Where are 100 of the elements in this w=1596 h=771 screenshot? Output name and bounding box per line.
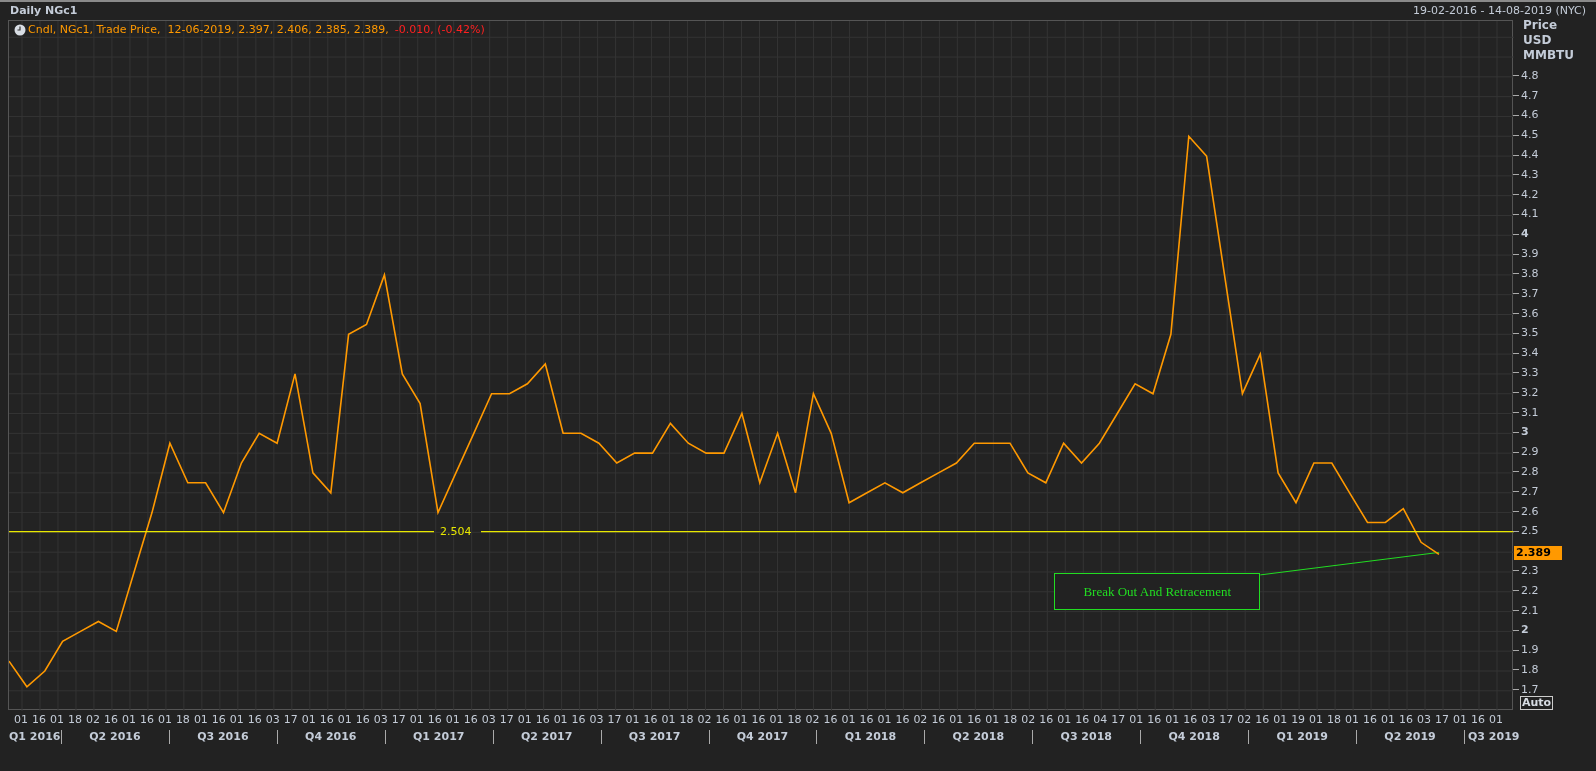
x-tick-label: 01 [949,714,964,726]
y-tick-label: 2 [1521,623,1529,638]
quarter-label: Q3 2019 [1468,730,1520,744]
x-tick-label: 16 [32,714,46,726]
x-tick-label: 01 [337,714,352,726]
x-tick-label: 16 [1471,714,1485,726]
x-tick-label: 16 [571,714,586,726]
y-tick-label: 4.4 [1521,148,1539,163]
y-tick-label: 3.4 [1521,346,1539,361]
x-tick-label: 17 [1219,714,1234,726]
x-tick-label: 16 [715,714,730,726]
y-tick-label: 4.5 [1521,128,1539,143]
x-tick-label: 03 [1201,714,1216,726]
quarter-label: Q3 2016 [197,730,249,744]
x-tick-label: 16 [823,714,838,726]
x-tick-label: 16 [211,714,226,726]
quarter-label: Q1 2019 [1276,730,1328,744]
x-tick-label: 18 [787,714,802,726]
x-tick-label: 01 [1273,714,1288,726]
x-tick-label: 16 [1363,714,1378,726]
x-tick-label: 01 [1129,714,1144,726]
x-tick-label: 01 [121,714,136,726]
x-tick-label: 18 [1003,714,1018,726]
y-tick-label: 3.5 [1521,326,1539,341]
support-label: 2.504 [440,525,472,538]
y-tick-label: 4.1 [1521,207,1539,222]
x-tick-label: 16 [931,714,946,726]
x-tick-label: 02 [697,714,712,726]
annotation-box: Break Out And Retracement [1054,573,1261,610]
quarter-label: Q3 2018 [1060,730,1112,744]
x-tick-label: 16 [103,714,118,726]
x-tick-label: 02 [805,714,820,726]
y-tick-label: 3.6 [1521,306,1539,321]
x-tick-label: 17 [607,714,622,726]
x-tick-label: 01 [1309,714,1324,726]
x-tick-label: 01 [409,714,424,726]
y-tick-label: 2.3 [1521,563,1539,578]
x-tick-label: 16 [1183,714,1198,726]
quarter-label: Q2 2016 [89,730,141,744]
x-tick-label: 01 [229,714,244,726]
y-tick-label: 3.1 [1521,405,1539,420]
y-tick-label: 2.2 [1521,583,1539,598]
y-tick-label: 2.1 [1521,603,1539,618]
x-tick-label: 02 [1237,714,1252,726]
y-tick-label: 4.2 [1521,187,1539,202]
x-tick-label: 16 [967,714,982,726]
y-tick-label: 4.7 [1521,88,1539,103]
x-tick-label: 16 [319,714,334,726]
x-tick-label: 18 [175,714,190,726]
x-tick-label: 17 [1435,714,1450,726]
x-tick-label: 17 [1111,714,1126,726]
x-tick-label: 16 [1039,714,1054,726]
x-tick-label: 01 [985,714,1000,726]
x-tick-label: 18 [679,714,694,726]
last-price-tag: 2.389 [1514,546,1562,561]
y-tick-label: 1.8 [1521,663,1539,677]
x-tick-label: 16 [427,714,442,726]
x-tick-label: 16 [895,714,910,726]
x-tick-label: 01 [1453,714,1467,726]
axis-unit: USD [1523,33,1553,48]
x-tick-label: 03 [373,714,388,726]
x-tick-label: 16 [1075,714,1090,726]
x-tick-label: 03 [589,714,604,726]
y-tick-label: 4.8 [1521,68,1539,83]
y-tick-label: 3.7 [1521,286,1539,301]
y-tick-label: 4 [1521,227,1529,242]
date-range: 19-02-2016 - 14-08-2019 (NYC) [1413,2,1586,19]
quarter-label: Q4 2017 [736,730,789,744]
x-tick-label: 01 [193,714,208,726]
x-tick-label: 01 [14,714,28,726]
x-tick-label: 01 [1165,714,1180,726]
x-tick-label: 02 [913,714,928,726]
auto-button[interactable]: Auto [1520,696,1554,710]
y-tick-label: 1.9 [1521,643,1539,658]
x-tick-label: 01 [553,714,568,726]
y-tick-label: 3 [1521,425,1529,440]
x-tick-label: 02 [85,714,100,726]
x-tick-label: 16 [535,714,550,726]
x-tick-label: 03 [1417,714,1432,726]
y-tick-label: 3.8 [1521,266,1539,281]
x-tick-label: 17 [391,714,406,726]
x-tick-label: 01 [1381,714,1396,726]
legend-text: Cndl, NGc1, Trade Price, 12-06-2019, 2.397, 2.406, 2.385, 2.389, [28,22,389,38]
y-tick-label: 4.6 [1521,108,1539,123]
x-tick-label: 01 [49,714,64,726]
x-tick-label: 17 [499,714,514,726]
x-tick-label: 01 [841,714,856,726]
y-tick-label: 2.6 [1521,504,1539,519]
x-tick-label: 17 [283,714,298,726]
y-tick-label: 2.5 [1521,524,1539,539]
x-tick-label: 01 [769,714,784,726]
x-tick-label: 01 [625,714,640,726]
y-tick-label: 2.7 [1521,484,1539,499]
chart-title: Daily NGc1 [10,2,78,19]
x-tick-label: 16 [1147,714,1162,726]
x-tick-label: 01 [157,714,172,726]
x-tick-label: 01 [1057,714,1072,726]
quarter-label: Q1 2016 [9,730,61,744]
quarter-label: Q4 2016 [305,730,357,744]
x-tick-label: 02 [1021,714,1036,726]
